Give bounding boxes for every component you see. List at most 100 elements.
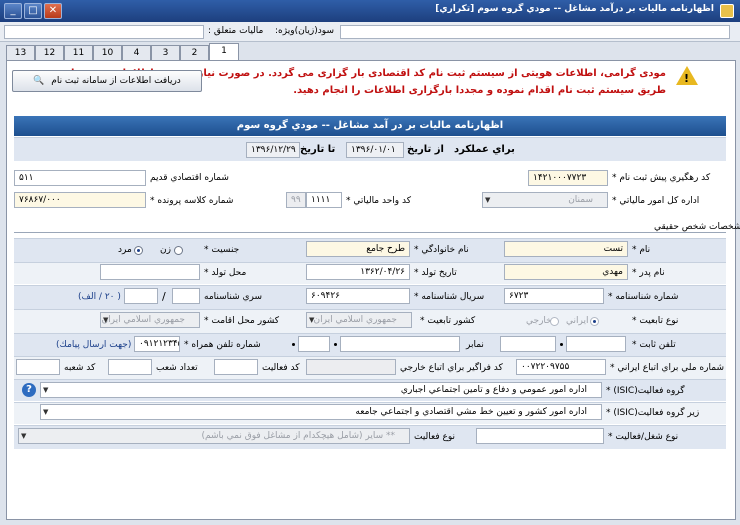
fax-number-field[interactable] — [340, 336, 460, 352]
section-title: مشخصات شخص حقيقي — [654, 222, 740, 232]
residence-label: كشور محل اقامت * — [204, 316, 280, 326]
isic-group-label: گروه فعاليت(ISIC) * — [606, 386, 685, 396]
from-date-field[interactable]: ۱۳۹۶/۰۱/۰۱ — [346, 142, 404, 158]
gender-female-radio[interactable] — [174, 246, 183, 255]
tab-4[interactable]: 4 — [122, 45, 151, 61]
tax-office-value: سمنان — [568, 195, 593, 205]
id-serial-label: سريال شناسنامه * — [414, 292, 485, 302]
activity-code-label: كد فعاليت — [262, 363, 300, 373]
nationality-country-select[interactable]: ▼ جمهوري اسلامي ايران — [306, 312, 412, 328]
foreign-radio[interactable] — [550, 317, 559, 326]
registration-code-field[interactable]: ۱۴۲۱۰۰۰۷۷۲۳ — [528, 170, 608, 186]
name-label: نام * — [632, 245, 651, 255]
tab-13[interactable]: 13 — [6, 45, 35, 61]
tab-12[interactable]: 12 — [35, 45, 64, 61]
isic-sub-value: اداره امور كشور و تعيين خط مشي اقتصادي و… — [355, 407, 587, 417]
nationality-country-value: جمهوري اسلامي ايران — [313, 315, 398, 325]
id-no-field[interactable]: ۶۷۲۳ — [504, 288, 604, 304]
foreign-label: خارجي — [526, 316, 552, 326]
sood-label: سود(زيان)ويژه: — [275, 26, 334, 36]
search-icon: 🔍 — [33, 76, 45, 86]
iranian-label: ايراني — [566, 316, 589, 326]
from-date-label: از تاريخ — [407, 144, 444, 155]
id-series-field-1[interactable] — [172, 288, 200, 304]
isic-sub-select[interactable]: ▼ اداره امور كشور و تعيين خط مشي اقتصادي… — [40, 404, 602, 420]
mobile-hint: (جهت ارسال پيامك) — [56, 340, 132, 350]
tax-office-label: اداره كل امور مالياتي * — [612, 196, 700, 206]
notice-line-2: طریق سیستم ثبت نام اقدام نموده و مجددا ب… — [293, 85, 666, 96]
residence-select[interactable]: ▼ جمهوري اسلامي ايران — [100, 312, 200, 328]
branch-count-field[interactable] — [108, 359, 152, 375]
job-type-field[interactable] — [476, 428, 604, 444]
chevron-down-icon: ▼ — [43, 408, 49, 416]
fetch-button-label: دريافت اطلاعات از سامانه ثبت نام — [51, 76, 181, 86]
tab-10[interactable]: 10 — [93, 45, 122, 61]
help-icon[interactable]: ? — [22, 383, 36, 397]
foreign-code-label: كد فراگير براي اتباع خارجي — [400, 363, 503, 373]
registration-code-label: كد رهگيري پيش ثبت نام * — [612, 173, 711, 183]
id-no-label: شماره شناسنامه * — [608, 292, 679, 302]
to-date-field[interactable]: ۱۳۹۶/۱۲/۲۹ — [246, 142, 300, 158]
activity-code-field[interactable] — [214, 359, 258, 375]
branch-count-label: تعداد شعب — [156, 363, 198, 373]
phone-number-field[interactable] — [566, 336, 626, 352]
father-field[interactable]: مهدي — [504, 264, 628, 280]
fax-code-field[interactable] — [298, 336, 330, 352]
minimize-button[interactable]: _ — [4, 3, 22, 19]
chevron-down-icon: ▼ — [103, 316, 109, 324]
maliat-field[interactable] — [4, 25, 204, 39]
birth-date-field[interactable]: ۱۳۶۲/۰۴/۲۶ — [306, 264, 410, 280]
window-title: اظهارنامه ماليات بر درآمد مشاغل -- مودي … — [435, 4, 714, 14]
close-button[interactable]: ✕ — [44, 3, 62, 19]
residence-value: جمهوري اسلامي ايران — [101, 315, 186, 325]
birth-date-label: تاريخ تولد * — [414, 268, 457, 278]
tax-office-select[interactable]: ▼ سمنان — [482, 192, 608, 208]
tax-unit-sub-field[interactable]: ۹۹ — [286, 192, 306, 208]
tab-11[interactable]: 11 — [64, 45, 93, 61]
fetch-registration-button[interactable]: دريافت اطلاعات از سامانه ثبت نام 🔍 — [12, 70, 202, 92]
gender-label: جنسيت * — [204, 245, 240, 255]
file-class-field[interactable]: ۷۶۸۶۷/۰۰۰ — [14, 192, 146, 208]
national-id-field[interactable]: ۰۰۷۲۲۰۹۷۵۵ — [516, 359, 606, 375]
branch-code-field[interactable] — [16, 359, 60, 375]
activity-type-select[interactable]: ▼ ** ساير (شامل هيچكدام از مشاغل فوق نمي… — [18, 428, 410, 444]
father-label: نام پدر * — [632, 268, 665, 278]
isic-sub-label: زير گروه فعاليت(ISIC) * — [606, 408, 700, 418]
id-series-label: سري شناسنامه — [204, 292, 263, 302]
birth-place-field[interactable] — [100, 264, 200, 280]
iranian-radio[interactable] — [590, 317, 599, 326]
family-field[interactable]: طرح جامع — [306, 241, 410, 257]
phone-code-field[interactable] — [500, 336, 556, 352]
old-econ-field[interactable]: ۵۱۱ — [14, 170, 146, 186]
nationality-country-label: كشور تابعيت * — [420, 316, 476, 326]
nationality-type-label: نوع تابعيت * — [632, 316, 679, 326]
mobile-field[interactable]: ۰۹۱۲۱۲۳۴۵۶۷ — [134, 336, 180, 352]
family-label: نام خانوادگي * — [414, 245, 469, 255]
fax-label: نمابر — [466, 340, 484, 350]
tax-unit-label: كد واحد مالياتي * — [346, 196, 411, 206]
chevron-down-icon: ▼ — [309, 316, 315, 324]
to-date-label: تا تاريخ — [300, 144, 336, 155]
gender-male-label: مرد — [118, 245, 132, 255]
isic-group-select[interactable]: ▼ اداره امور عمومي و دفاع و تامين اجتماع… — [40, 382, 602, 398]
tab-strip: 13 12 11 10 4 3 2 1 — [0, 43, 740, 61]
app-icon — [720, 4, 734, 18]
window-titlebar: اظهارنامه ماليات بر درآمد مشاغل -- مودي … — [0, 0, 740, 22]
tab-1[interactable]: 1 — [209, 43, 239, 61]
gender-female-label: زن — [160, 245, 171, 255]
birth-place-label: محل تولد * — [204, 268, 247, 278]
old-econ-label: شماره اقتصادي قديم — [150, 173, 229, 183]
foreign-code-field[interactable] — [306, 359, 396, 375]
branch-code-label: كد شعبه — [64, 363, 96, 373]
name-field[interactable]: تست — [504, 241, 628, 257]
tax-unit-code-field[interactable]: ۱۱۱۱ — [306, 192, 342, 208]
maximize-button[interactable]: □ — [24, 3, 42, 19]
gender-male-radio[interactable] — [134, 246, 143, 255]
id-series-field-2[interactable] — [124, 288, 158, 304]
sood-field[interactable] — [340, 25, 730, 39]
tab-3[interactable]: 3 — [151, 45, 180, 61]
activity-type-value: ** ساير (شامل هيچكدام از مشاغل فوق نمي ب… — [201, 431, 395, 441]
id-serial-field[interactable]: ۶۰۹۴۲۶ — [306, 288, 410, 304]
tab-2[interactable]: 2 — [180, 45, 209, 61]
chevron-down-icon: ▼ — [43, 386, 49, 394]
